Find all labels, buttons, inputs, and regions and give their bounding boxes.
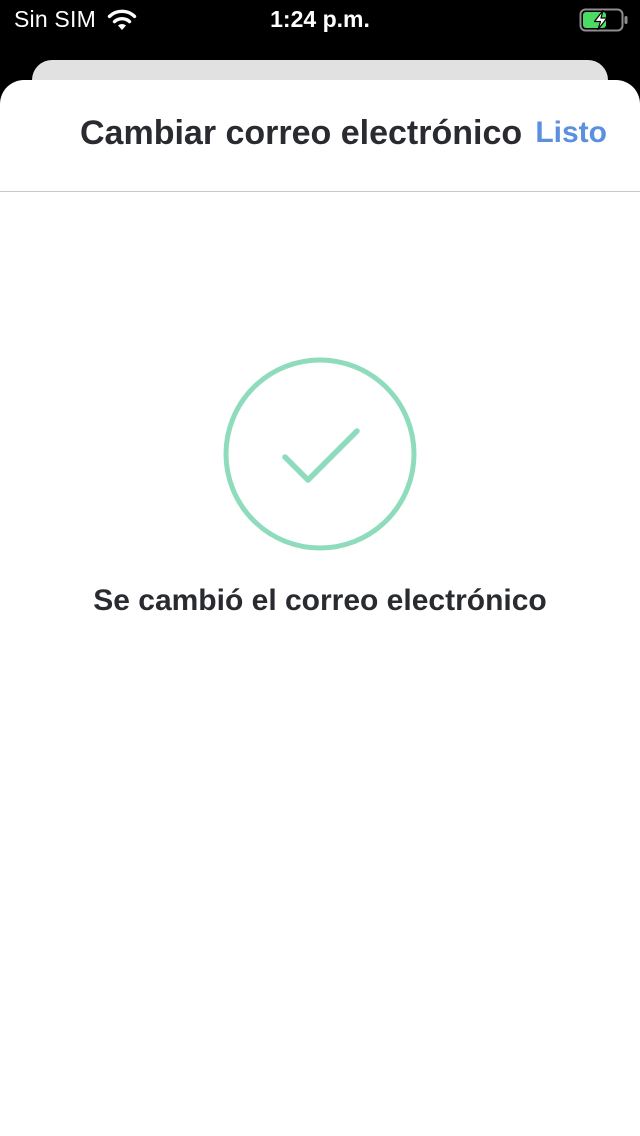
screen: Sin SIM 1:24 p.m. Cambiar correo electró… (0, 0, 640, 1136)
modal-sheet: Cambiar correo electrónico Listo Se camb… (0, 80, 640, 1136)
done-button[interactable]: Listo (535, 116, 607, 150)
page-title: Cambiar correo electrónico (80, 114, 523, 152)
clock-label: 1:24 p.m. (270, 6, 370, 32)
checkmark-circle-icon (223, 357, 417, 551)
navigation-bar: Cambiar correo electrónico Listo (0, 80, 640, 192)
success-message: Se cambió el correo electrónico (93, 584, 547, 617)
battery-charging-icon (579, 7, 629, 33)
status-bar: Sin SIM 1:24 p.m. (0, 0, 640, 44)
